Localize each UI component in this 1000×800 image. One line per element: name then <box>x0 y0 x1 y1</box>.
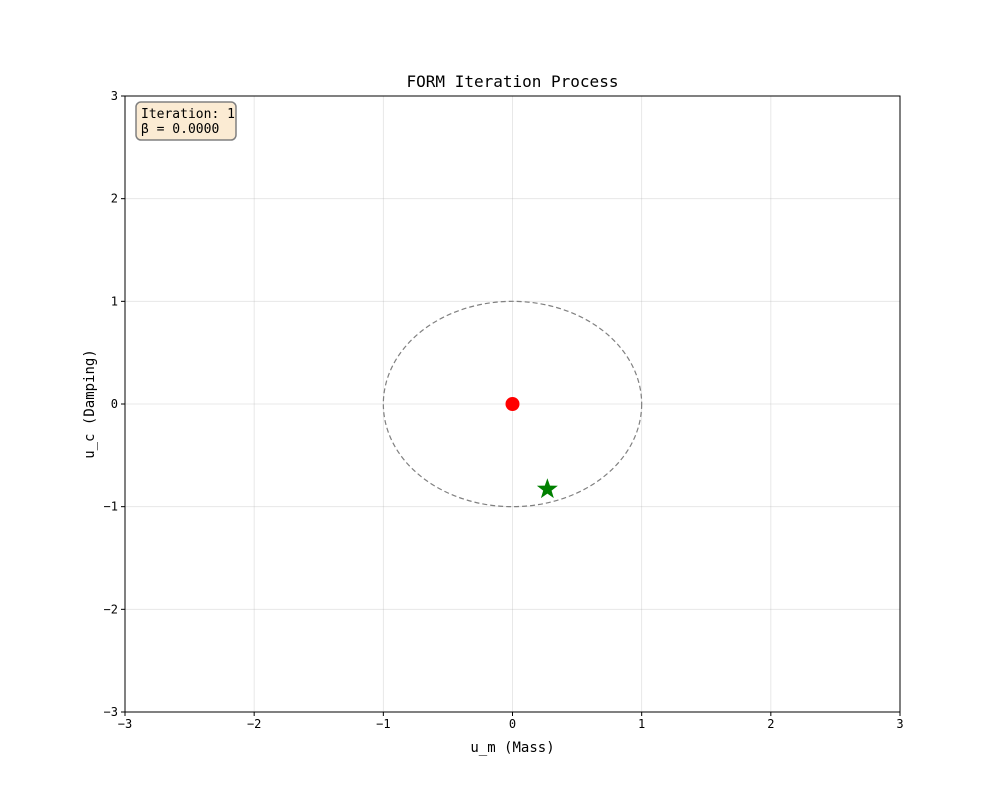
annotation-beta: β = 0.0000 <box>141 122 219 137</box>
x-tick-label: −2 <box>247 717 261 731</box>
y-tick-label: 2 <box>111 192 118 206</box>
annotation-iteration: Iteration: 1 <box>141 107 235 122</box>
y-tick-label: −1 <box>104 500 118 514</box>
y-tick-label: 3 <box>111 89 118 103</box>
x-tick-label: 2 <box>767 717 774 731</box>
chart: −3 −2 −1 0 1 2 3 −3 −2 −1 0 1 2 3 FORM Iteration Proc… <box>0 0 1000 800</box>
x-tick-label: −1 <box>376 717 390 731</box>
y-tick-label: 1 <box>111 294 118 308</box>
y-tick-label: 0 <box>111 397 118 411</box>
y-tick-label: −2 <box>104 602 118 616</box>
design-point-marker <box>505 397 520 411</box>
x-axis-label: u_m (Mass) <box>470 740 554 756</box>
y-axis-label: u_c (Damping) <box>82 349 98 459</box>
chart-title: FORM Iteration Process <box>407 72 619 91</box>
x-tick-label: 1 <box>638 717 645 731</box>
y-tick-label: −3 <box>104 705 118 719</box>
annotation-box: Iteration: 1 β = 0.0000 <box>135 101 237 141</box>
x-tick-label: 0 <box>509 717 516 731</box>
x-tick-label: 3 <box>896 717 903 731</box>
x-tick-label: −3 <box>118 717 132 731</box>
